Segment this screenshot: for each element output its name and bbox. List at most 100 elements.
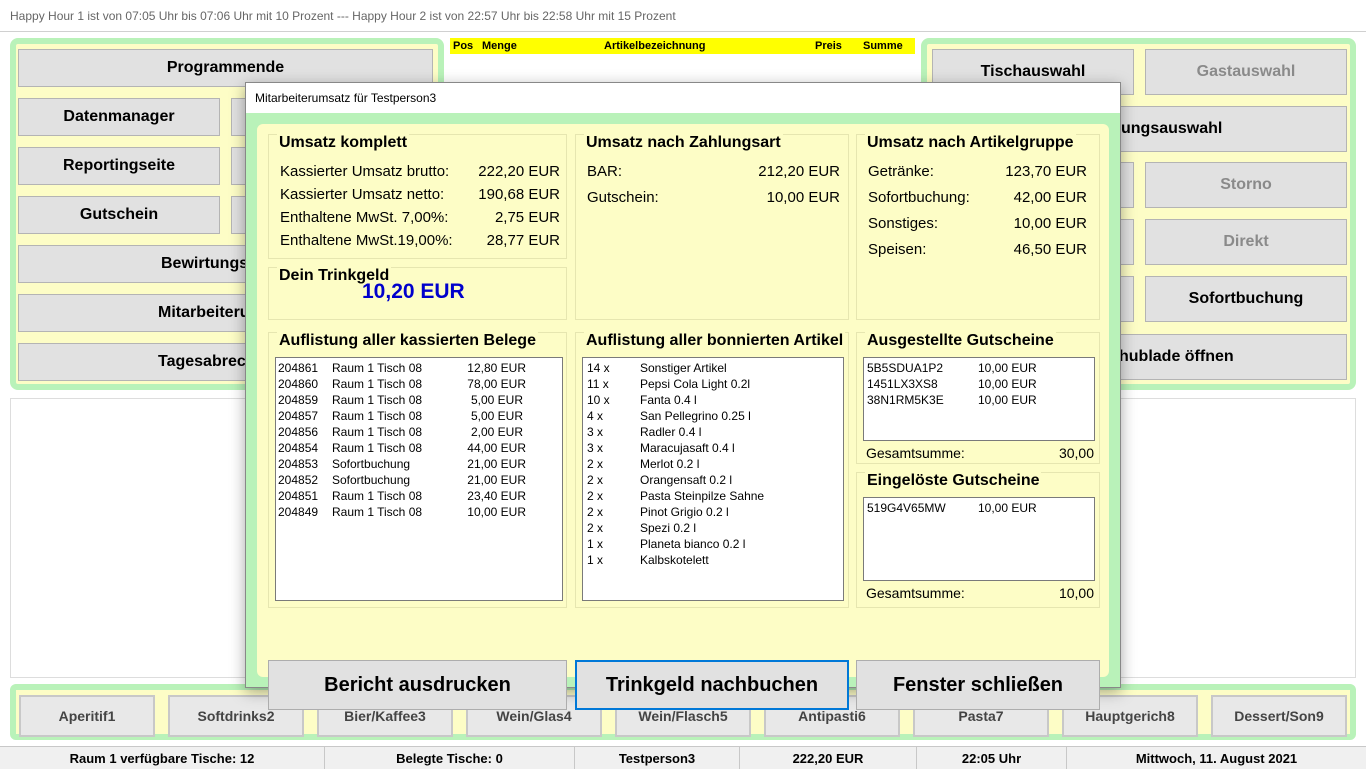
zahlungsart-title: Umsatz nach Zahlungsart: [584, 134, 783, 152]
beleg-row[interactable]: 204859 Raum 1 Tisch 08 5,00 EUR: [276, 391, 562, 407]
umsatz-label: Kassierter Umsatz brutto:: [280, 163, 450, 180]
artikelgruppe-value: 123,70 EUR: [1005, 163, 1087, 180]
artikel-row[interactable]: 1 x Kalbskotelett: [583, 551, 843, 567]
eingeloeste-gutscheine-group: Eingelöste Gutscheine 519G4V65MW 10,00 EU…: [856, 472, 1100, 608]
trinkgeld-value: 10,20 EUR: [362, 280, 465, 303]
category-dessert[interactable]: Dessert/Son9: [1211, 695, 1347, 737]
beleg-nr: 204852: [278, 473, 319, 487]
order-table-body[interactable]: [450, 54, 915, 84]
umsatz-value: 190,68 EUR: [478, 186, 560, 203]
artikel-row[interactable]: 14 x Sonstiger Artikel: [583, 359, 843, 375]
beleg-ort: Raum 1 Tisch 08: [332, 425, 423, 439]
artikel-row[interactable]: 2 x Spezi 0.2 l: [583, 519, 843, 535]
beleg-betrag: 78,00 EUR: [467, 377, 526, 391]
beleg-row[interactable]: 204851 Raum 1 Tisch 08 23,40 EUR: [276, 487, 562, 503]
artikel-row[interactable]: 4 x San Pellegrino 0.25 l: [583, 407, 843, 423]
mitarbeiterumsatz-dialog: Mitarbeiterumsatz für Testperson3 Umsatz…: [245, 82, 1121, 710]
umsatz-komplett-group: Umsatz komplett Kassierter Umsatz brutto…: [268, 134, 567, 259]
artikel-list[interactable]: 14 x Sonstiger Artikel 11 x Pepsi Cola Lig…: [582, 357, 844, 601]
umsatz-value: 222,20 EUR: [478, 163, 560, 180]
gutschein-row[interactable]: 1451LX3XS8 10,00 EUR: [864, 375, 1094, 391]
status-belegt: Belegte Tische: 0: [325, 747, 575, 769]
gutschein-row[interactable]: 519G4V65MW 10,00 EUR: [864, 499, 1094, 515]
beleg-betrag: 10,00 EUR: [467, 505, 526, 519]
artikel-name: Merlot 0.2 l: [640, 457, 700, 471]
artikel-row[interactable]: 1 x Planeta bianco 0.2 l: [583, 535, 843, 551]
artikel-name: Maracujasaft 0.4 l: [640, 441, 735, 455]
storno-button[interactable]: Storno: [1145, 162, 1347, 208]
trinkgeld-nachbuchen-button[interactable]: Trinkgeld nachbuchen: [575, 660, 849, 710]
beleg-row[interactable]: 204854 Raum 1 Tisch 08 44,00 EUR: [276, 439, 562, 455]
artikel-title: Auflistung aller bonnierten Artikel: [584, 332, 846, 350]
eingeloeste-list[interactable]: 519G4V65MW 10,00 EUR: [863, 497, 1095, 581]
beleg-row[interactable]: 204852 Sofortbuchung 21,00 EUR: [276, 471, 562, 487]
artikel-menge: 2 x: [587, 473, 604, 487]
happy-hour-bar: Happy Hour 1 ist von 07:05 Uhr bis 07:06…: [0, 0, 1366, 32]
ausgestellte-summe-value: 30,00: [1058, 445, 1094, 461]
direkt-button[interactable]: Direkt: [1145, 219, 1347, 265]
belege-list[interactable]: 204861 Raum 1 Tisch 08 12,80 EUR 204860 Rau…: [275, 357, 563, 601]
eingeloeste-title: Eingelöste Gutscheine: [865, 472, 1042, 490]
beleg-betrag: 12,80 EUR: [467, 361, 526, 375]
reportingseite-button[interactable]: Reportingseite: [18, 147, 220, 185]
status-person: Testperson3: [575, 747, 740, 769]
dialog-title: Mitarbeiterumsatz für Testperson3: [255, 91, 437, 105]
artikel-row[interactable]: 2 x Pasta Steinpilze Sahne: [583, 487, 843, 503]
ausgestellte-list[interactable]: 5B5SDUA1P2 10,00 EUR 1451LX3XS8 10,00 EUR …: [863, 357, 1095, 441]
artikelgruppe-value: 10,00 EUR: [1013, 215, 1087, 232]
gutschein-betrag: 10,00 EUR: [978, 393, 1037, 407]
beleg-row[interactable]: 204857 Raum 1 Tisch 08 5,00 EUR: [276, 407, 562, 423]
beleg-row[interactable]: 204861 Raum 1 Tisch 08 12,80 EUR: [276, 359, 562, 375]
artikelgruppe-label: Speisen:: [868, 241, 927, 258]
artikel-row[interactable]: 10 x Fanta 0.4 l: [583, 391, 843, 407]
umsatz-label: Kassierter Umsatz netto:: [280, 186, 445, 203]
artikel-name: Spezi 0.2 l: [640, 521, 697, 535]
beleg-nr: 204856: [278, 425, 319, 439]
datenmanager-button[interactable]: Datenmanager: [18, 98, 220, 136]
category-aperitif[interactable]: Aperitif1: [19, 695, 155, 737]
gutschein-row[interactable]: 38N1RM5K3E 10,00 EUR: [864, 391, 1094, 407]
artikel-row[interactable]: 2 x Orangensaft 0.2 l: [583, 471, 843, 487]
sofortbuchung-button[interactable]: Sofortbuchung: [1145, 276, 1347, 322]
gutschein-button[interactable]: Gutschein: [18, 196, 220, 234]
artikelgruppe-label: Getränke:: [868, 163, 934, 180]
zahlungsart-group: Umsatz nach Zahlungsart BAR: 212,20 EUR G…: [575, 134, 849, 320]
artikelgruppe-title: Umsatz nach Artikelgruppe: [865, 134, 1076, 152]
artikel-row[interactable]: 2 x Merlot 0.2 l: [583, 455, 843, 471]
artikel-row[interactable]: 3 x Radler 0.4 l: [583, 423, 843, 439]
beleg-ort: Raum 1 Tisch 08: [332, 393, 423, 407]
beleg-row[interactable]: 204860 Raum 1 Tisch 08 78,00 EUR: [276, 375, 562, 391]
artikel-menge: 2 x: [587, 505, 604, 519]
trinkgeld-group: Dein Trinkgeld 10,20 EUR: [268, 267, 567, 320]
beleg-betrag: 23,40 EUR: [467, 489, 526, 503]
eingeloeste-summe-label: Gesamtsumme:: [866, 585, 965, 601]
beleg-row[interactable]: 204856 Raum 1 Tisch 08 2,00 EUR: [276, 423, 562, 439]
artikel-name: Pepsi Cola Light 0.2l: [640, 377, 751, 391]
ausgestellte-title: Ausgestellte Gutscheine: [865, 332, 1056, 350]
artikel-row[interactable]: 11 x Pepsi Cola Light 0.2l: [583, 375, 843, 391]
gutschein-code: 1451LX3XS8: [867, 377, 938, 391]
status-umsatz: 222,20 EUR: [740, 747, 917, 769]
col-menge: Menge: [482, 40, 517, 52]
artikel-row[interactable]: 3 x Maracujasaft 0.4 l: [583, 439, 843, 455]
gastauswahl-button[interactable]: Gastauswahl: [1145, 49, 1347, 95]
artikelgruppe-value: 42,00 EUR: [1013, 189, 1087, 206]
gutschein-row[interactable]: 5B5SDUA1P2 10,00 EUR: [864, 359, 1094, 375]
status-uhrzeit: 22:05 Uhr: [917, 747, 1067, 769]
artikelgruppe-label: Sofortbuchung:: [868, 189, 970, 206]
artikel-name: San Pellegrino 0.25 l: [640, 409, 751, 423]
beleg-nr: 204851: [278, 489, 319, 503]
artikel-name: Planeta bianco 0.2 l: [640, 537, 746, 551]
zahlungsart-value: 212,20 EUR: [758, 163, 840, 180]
artikel-menge: 10 x: [587, 393, 610, 407]
bericht-ausdrucken-button[interactable]: Bericht ausdrucken: [268, 660, 567, 710]
umsatz-value: 2,75 EUR: [494, 209, 560, 226]
fenster-schliessen-button[interactable]: Fenster schließen: [856, 660, 1100, 710]
artikel-menge: 2 x: [587, 489, 604, 503]
beleg-row[interactable]: 204849 Raum 1 Tisch 08 10,00 EUR: [276, 503, 562, 519]
gutschein-betrag: 10,00 EUR: [978, 501, 1037, 515]
order-table-header: Pos Menge Artikelbezeichnung Preis Summe: [450, 38, 915, 54]
beleg-ort: Raum 1 Tisch 08: [332, 441, 423, 455]
beleg-row[interactable]: 204853 Sofortbuchung 21,00 EUR: [276, 455, 562, 471]
artikel-row[interactable]: 2 x Pinot Grigio 0.2 l: [583, 503, 843, 519]
